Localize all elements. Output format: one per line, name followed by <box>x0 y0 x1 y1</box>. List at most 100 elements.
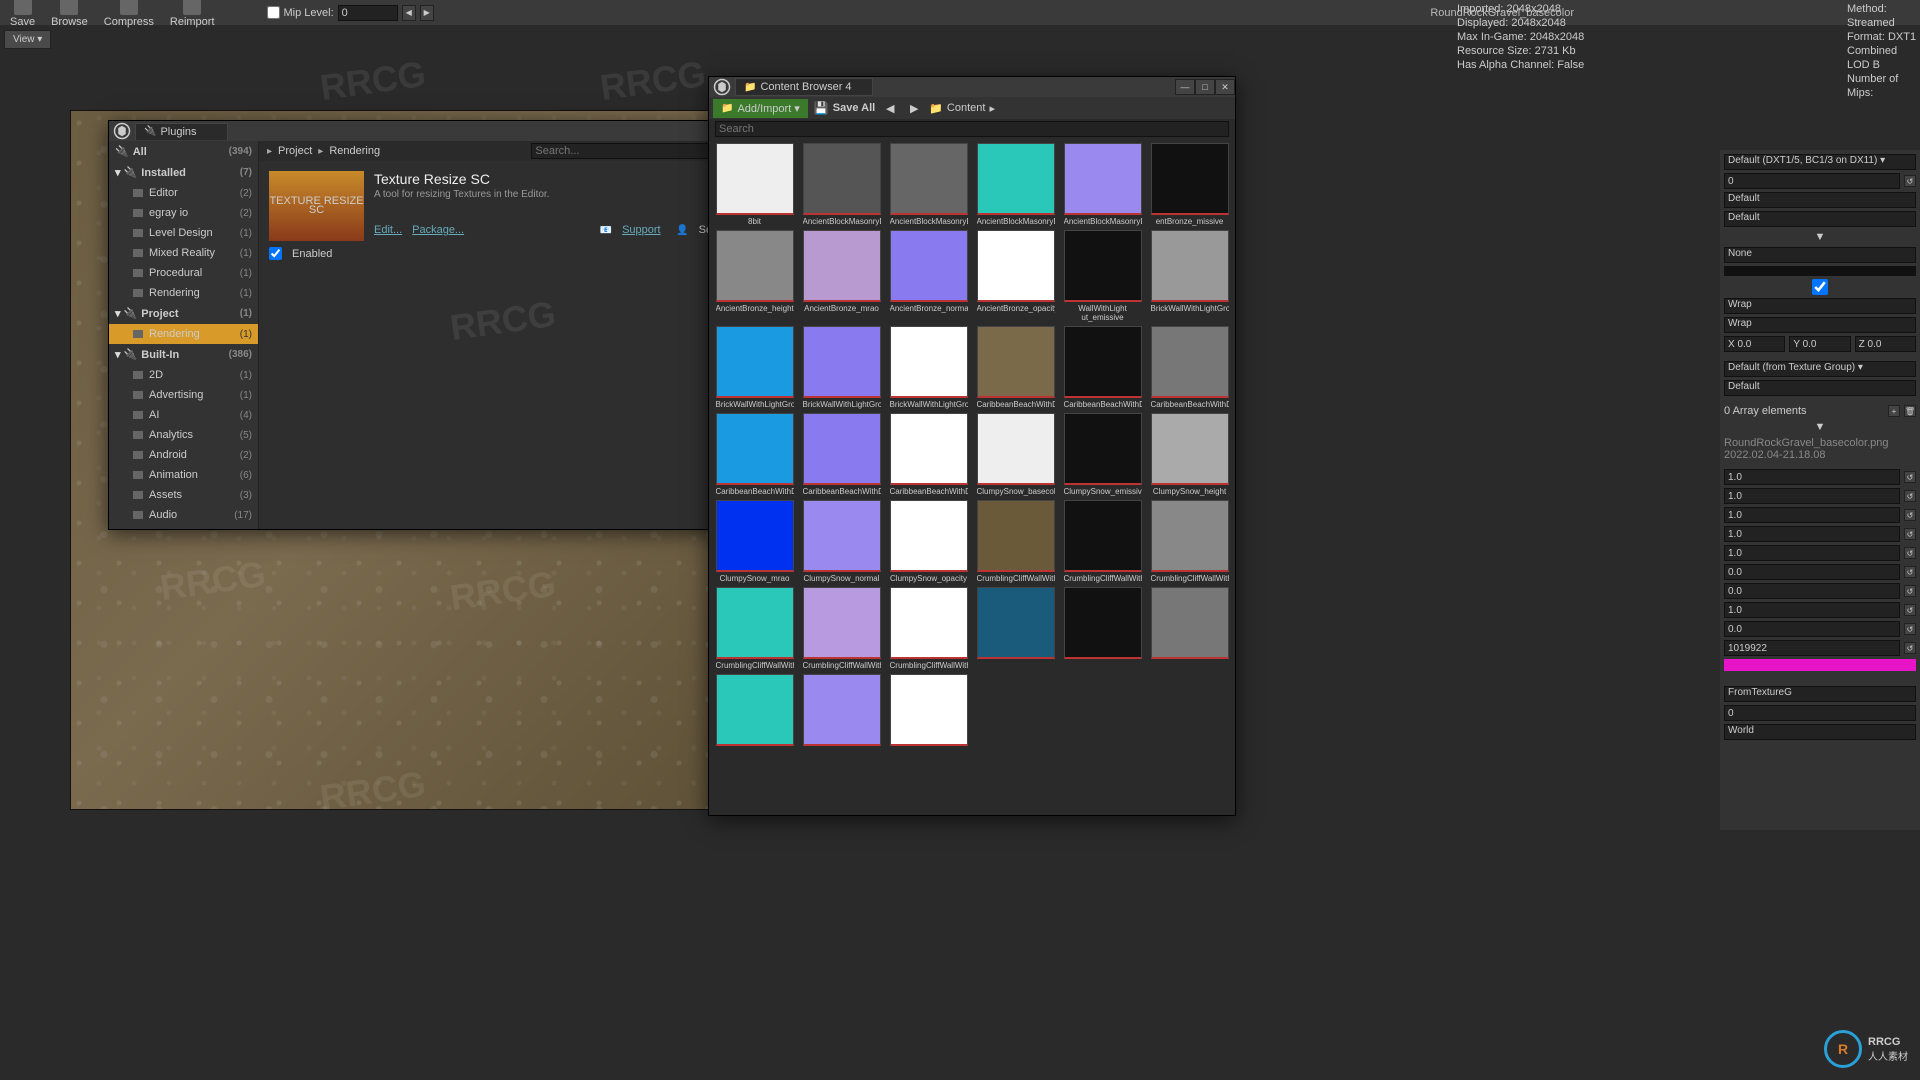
sidebar-item[interactable]: Procedural(1) <box>109 263 258 283</box>
wrap-x-dropdown[interactable]: Wrap <box>1724 298 1916 314</box>
back-button[interactable]: ◀ <box>881 99 899 117</box>
value-spinner[interactable] <box>1724 564 1900 580</box>
cb-minimize-button[interactable]: — <box>1175 79 1195 95</box>
asset-item[interactable]: CrumblingCliffWallWithShrubs_opacity <box>887 587 970 670</box>
cb-close-button[interactable]: ✕ <box>1215 79 1235 95</box>
asset-item[interactable]: CrumblingCliffWallWithShrubs_emissiv <box>1061 500 1144 583</box>
asset-item[interactable]: AncientBlockMasonryDark_normal <box>1061 143 1144 226</box>
mip-value-input[interactable] <box>338 5 398 21</box>
spinner-1[interactable] <box>1724 173 1900 189</box>
package-link[interactable]: Package... <box>412 224 464 236</box>
color-bar[interactable] <box>1724 659 1916 671</box>
asset-item[interactable]: CaribbeanBeachWithDebris_basec <box>974 326 1057 409</box>
sidebar-item[interactable]: Augmented Real(12) <box>109 525 258 529</box>
cat-builtin[interactable]: ▾ 🔌 Built-In(386) <box>109 344 258 365</box>
mip-next-button[interactable]: ▶ <box>420 5 434 21</box>
value-spinner[interactable] <box>1724 583 1900 599</box>
browse-button[interactable]: Browse <box>47 0 92 30</box>
value-spinner[interactable] <box>1724 602 1900 618</box>
asset-item[interactable]: CaribbeanBeachWithDebris_height <box>1148 326 1231 409</box>
wrap-y-dropdown[interactable]: Wrap <box>1724 317 1916 333</box>
asset-item[interactable] <box>713 674 796 748</box>
asset-item[interactable]: ClumpySnow_basecolor <box>974 413 1057 496</box>
asset-item[interactable]: 8bit <box>713 143 796 226</box>
asset-item[interactable]: AncientBlockMasonryDark_mrao <box>974 143 1057 226</box>
sidebar-item[interactable]: 2D(1) <box>109 365 258 385</box>
sidebar-item[interactable]: Editor(2) <box>109 183 258 203</box>
sidebar-item[interactable]: Animation(6) <box>109 465 258 485</box>
sidebar-item[interactable]: Assets(3) <box>109 485 258 505</box>
asset-item[interactable]: ClumpySnow_emissive <box>1061 413 1144 496</box>
path-breadcrumb[interactable]: 📁 Content ▸ <box>929 102 995 115</box>
default-dropdown-1[interactable]: Default <box>1724 192 1916 208</box>
asset-item[interactable]: CaribbeanBeachWithDebris_emissive <box>1061 326 1144 409</box>
sidebar-item[interactable]: AI(4) <box>109 405 258 425</box>
cb-maximize-button[interactable]: □ <box>1195 79 1215 95</box>
asset-grid[interactable]: 8bitAncientBlockMasonryDark_basecolorAnc… <box>709 139 1235 815</box>
cat-all[interactable]: 🔌 All(394) <box>109 141 258 162</box>
cb-tab[interactable]: 📁 Content Browser 4 <box>735 78 873 96</box>
cb-titlebar[interactable]: 📁 Content Browser 4 — □ ✕ <box>709 77 1235 97</box>
asset-item[interactable]: CaribbeanBeachWithDebris_opacity <box>887 413 970 496</box>
asset-item[interactable]: ClumpySnow_mrao <box>713 500 796 583</box>
asset-item[interactable]: CrumblingCliffWallWithShrubs_normal <box>800 587 883 670</box>
sidebar-item[interactable]: Audio(17) <box>109 505 258 525</box>
save-button[interactable]: Save <box>6 0 39 30</box>
sidebar-item[interactable]: Android(2) <box>109 445 258 465</box>
zero-input[interactable] <box>1724 705 1916 721</box>
asset-item[interactable]: CaribbeanBeachWithDebris_mrao <box>713 413 796 496</box>
asset-item[interactable] <box>800 674 883 748</box>
compression-dropdown[interactable]: Default (DXT1/5, BC1/3 on DX11) ▾ <box>1724 154 1916 170</box>
asset-item[interactable]: AncientBronze_mrao <box>800 230 883 322</box>
asset-item[interactable] <box>1061 587 1144 670</box>
add-element-icon[interactable]: + <box>1888 405 1900 417</box>
z-input[interactable] <box>1855 336 1916 352</box>
asset-item[interactable]: BrickWallWithLightGrout_normal <box>800 326 883 409</box>
x-input[interactable] <box>1724 336 1785 352</box>
sidebar-item[interactable]: Rendering(1) <box>109 283 258 303</box>
asset-item[interactable]: AncientBlockMasonryDark_height <box>887 143 970 226</box>
cat-installed[interactable]: ▾ 🔌 Installed(7) <box>109 162 258 183</box>
mip-prev-button[interactable]: ◀ <box>402 5 416 21</box>
value-spinner[interactable] <box>1724 488 1900 504</box>
sidebar-item[interactable]: egray io(2) <box>109 203 258 223</box>
asset-item[interactable]: CrumblingCliffWallWithShrubs_baseco <box>974 500 1057 583</box>
fromtex-dropdown[interactable]: FromTextureG <box>1724 686 1916 702</box>
asset-item[interactable] <box>887 674 970 748</box>
asset-item[interactable]: CrumblingCliffWallWithShrubs_mrao <box>713 587 796 670</box>
clear-elements-icon[interactable]: 🗑 <box>1904 405 1916 417</box>
asset-item[interactable]: AncientBronze_height <box>713 230 796 322</box>
crumb-project[interactable]: Project <box>278 145 312 157</box>
asset-item[interactable]: BrickWallWithLightGrout_mrao <box>713 326 796 409</box>
asset-item[interactable]: CrumblingCliffWallWithShrubs_height <box>1148 500 1231 583</box>
value-spinner[interactable] <box>1724 507 1900 523</box>
hex-input[interactable] <box>1724 640 1900 656</box>
value-spinner[interactable] <box>1724 545 1900 561</box>
plugins-tab[interactable]: 🔌 Plugins <box>135 123 228 140</box>
mip-checkbox[interactable] <box>267 6 280 19</box>
texgroup-dropdown[interactable]: Default (from Texture Group) ▾ <box>1724 361 1916 377</box>
asset-item[interactable]: BrickWallWithLightGrout_opacity <box>887 326 970 409</box>
value-spinner[interactable] <box>1724 526 1900 542</box>
none-dropdown[interactable]: None <box>1724 247 1916 263</box>
default-dropdown-2[interactable]: Default <box>1724 211 1916 227</box>
asset-item[interactable]: AncientBronze_opacity <box>974 230 1057 322</box>
add-import-button[interactable]: 📁 Add/Import ▾ <box>713 99 808 118</box>
save-all-button[interactable]: 💾 Save All <box>814 101 875 115</box>
sidebar-item[interactable]: Mixed Reality(1) <box>109 243 258 263</box>
asset-item[interactable]: BrickWallWithLightGrout_height <box>1148 230 1231 322</box>
asset-item[interactable]: WallWithLight ut_emissive <box>1061 230 1144 322</box>
asset-item[interactable]: AncientBronze_normal <box>887 230 970 322</box>
asset-item[interactable] <box>1148 587 1231 670</box>
plugin-enabled-checkbox[interactable] <box>269 247 282 260</box>
edit-link[interactable]: Edit... <box>374 224 402 236</box>
asset-item[interactable]: ClumpySnow_normal <box>800 500 883 583</box>
compress-button[interactable]: Compress <box>100 0 158 30</box>
detail-checkbox[interactable] <box>1724 279 1916 295</box>
view-dropdown[interactable]: View ▾ <box>4 30 51 49</box>
asset-item[interactable] <box>974 587 1057 670</box>
crumb-rendering[interactable]: Rendering <box>329 145 380 157</box>
asset-item[interactable]: ClumpySnow_height <box>1148 413 1231 496</box>
sidebar-item[interactable]: Analytics(5) <box>109 425 258 445</box>
forward-button[interactable]: ▶ <box>905 99 923 117</box>
